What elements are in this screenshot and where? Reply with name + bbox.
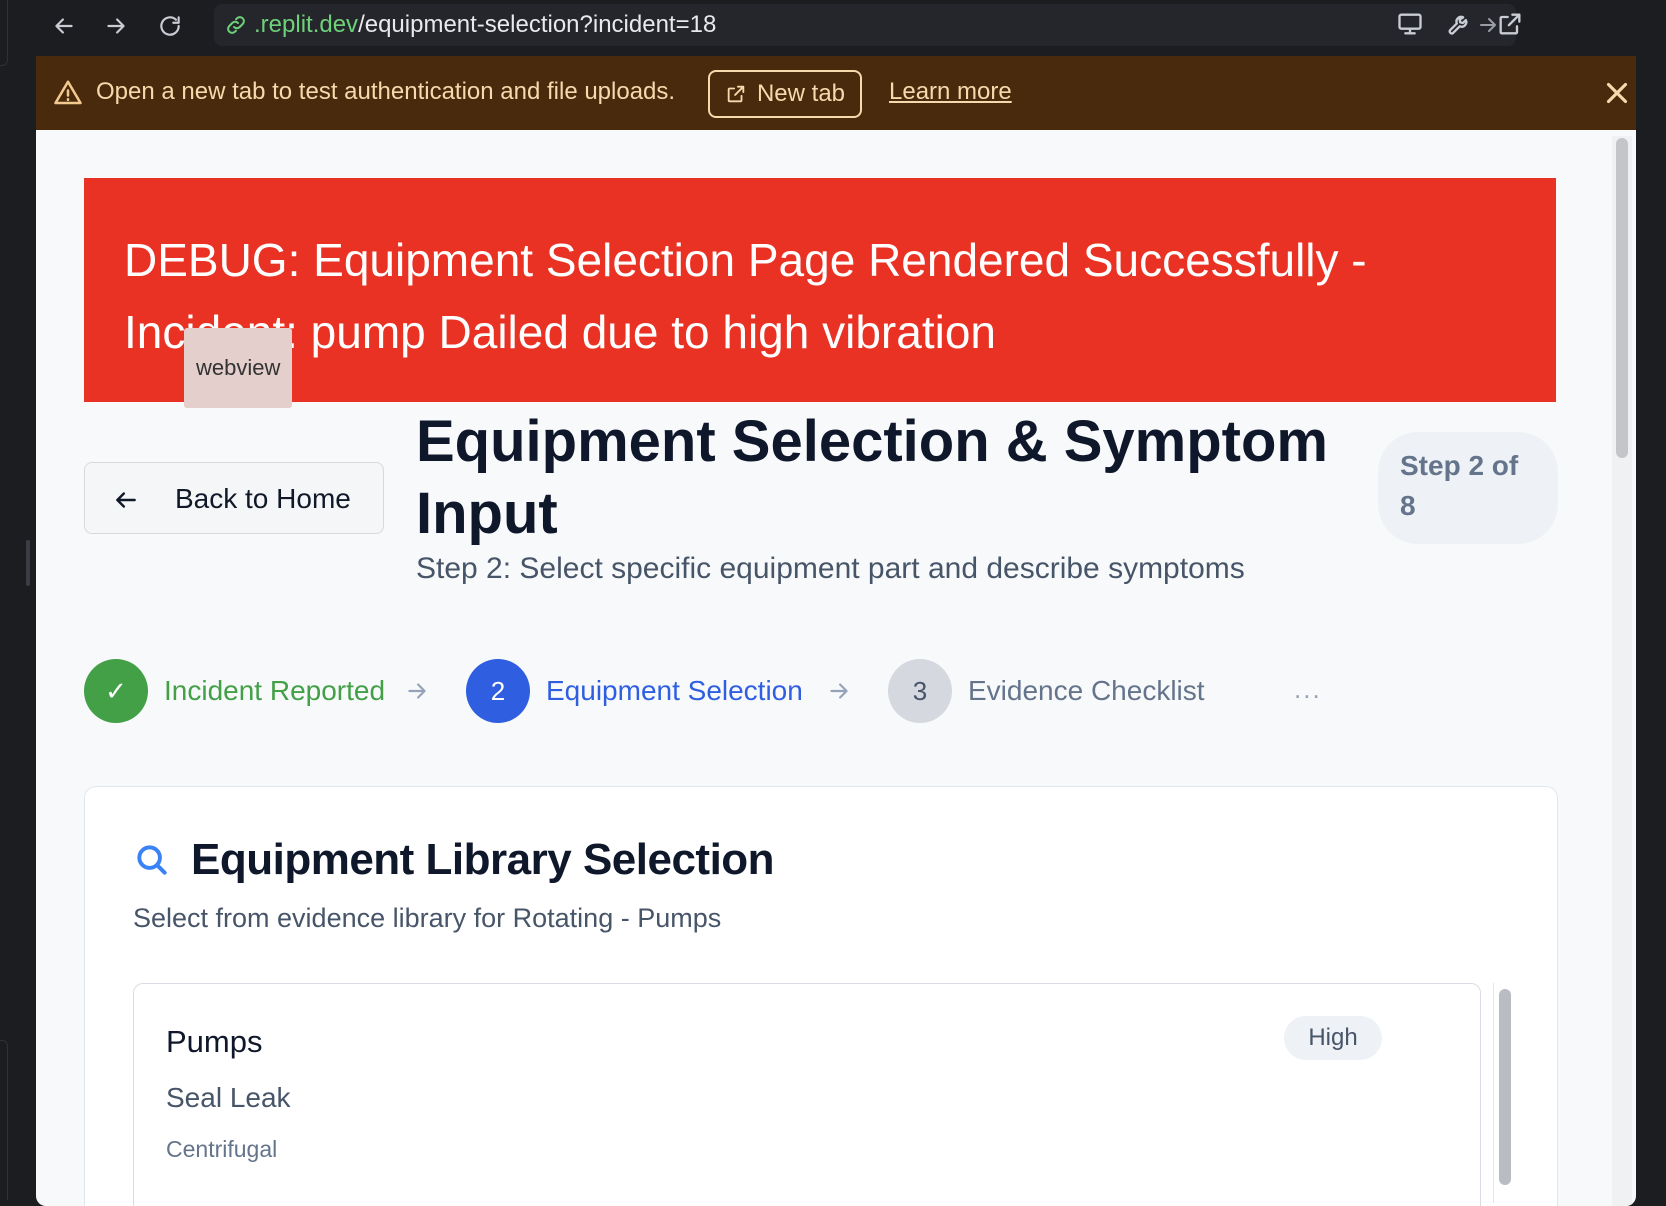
step-label: Equipment Selection: [546, 675, 803, 706]
equipment-list: Pumps Seal Leak Centrifugal High: [133, 983, 1513, 1206]
external-link-icon[interactable]: [1492, 6, 1528, 42]
link-icon: [224, 13, 248, 37]
search-icon: [133, 841, 171, 879]
step-equipment-selection: 2 Equipment Selection: [466, 658, 803, 724]
arrow-left-icon: [116, 492, 136, 508]
url-path: /equipment-selection?incident=18: [358, 11, 717, 38]
arrow-right-icon: [404, 678, 430, 704]
check-icon: ✓: [84, 659, 148, 723]
webview-tag: webview: [184, 328, 293, 408]
resize-handle[interactable]: [26, 540, 30, 586]
page-viewport: DEBUG: Equipment Selection Page Rendered…: [36, 130, 1636, 1206]
step-label: Incident Reported: [164, 675, 386, 706]
window-right-rail: [1636, 0, 1666, 1206]
equipment-name: Pumps: [166, 1024, 263, 1059]
priority-badge: High: [1284, 1016, 1382, 1060]
warning-banner: Open a new tab to test authentication an…: [36, 56, 1636, 130]
card-title: Equipment Library Selection: [191, 835, 775, 884]
step-badge: Step 2 of 8: [1378, 432, 1558, 544]
url-bar[interactable]: .replit.dev/equipment-selection?incident…: [214, 4, 1516, 46]
sidebar-edge-top: [0, 0, 8, 66]
page-scrollbar-thumb[interactable]: [1616, 138, 1628, 458]
more-steps-indicator: ...: [1294, 674, 1322, 704]
window-left-rail: [0, 0, 36, 1206]
new-tab-label: New tab: [756, 80, 846, 107]
page-title: Equipment Selection & Symptom Input: [416, 409, 1328, 546]
card-description: Select from evidence library for Rotatin…: [133, 903, 722, 933]
step-incident-reported: ✓ Incident Reported: [84, 658, 385, 724]
external-link-icon: [727, 85, 745, 103]
browser-toolbar: .replit.dev/equipment-selection?incident…: [36, 0, 1636, 56]
learn-more-link[interactable]: Learn more: [889, 78, 1012, 106]
list-scrollbar[interactable]: [1493, 983, 1513, 1203]
list-item[interactable]: Pumps Seal Leak Centrifugal High: [133, 983, 1481, 1206]
page-scrollbar[interactable]: [1612, 136, 1632, 1206]
wrench-icon[interactable]: [1442, 6, 1478, 42]
arrow-right-icon: [826, 678, 852, 704]
url-domain: .replit.dev: [254, 11, 359, 38]
equipment-library-card: Equipment Library Selection Select from …: [84, 786, 1558, 1206]
sidebar-edge-bottom: [0, 1040, 8, 1200]
component-name: Seal Leak: [166, 1082, 291, 1113]
warning-icon: [52, 78, 84, 108]
banner-message: Open a new tab to test authentication an…: [96, 78, 676, 105]
step-label: Evidence Checklist: [968, 675, 1205, 706]
monitor-icon[interactable]: [1392, 6, 1428, 42]
debug-line-2: Incident: pump Dailed due to high vibrat…: [124, 306, 997, 358]
list-scrollbar-thumb[interactable]: [1499, 989, 1511, 1185]
back-arrow-icon[interactable]: [46, 8, 82, 44]
equipment-type: Centrifugal: [166, 1136, 278, 1162]
step-number: 2: [466, 659, 530, 723]
forward-arrow-icon[interactable]: [98, 8, 134, 44]
page-subtitle: Step 2: Select specific equipment part a…: [416, 552, 1245, 585]
debug-line-1: DEBUG: Equipment Selection Page Rendered…: [124, 234, 1367, 286]
back-to-home-button[interactable]: Back to Home: [84, 462, 384, 534]
close-icon[interactable]: [1600, 76, 1634, 110]
new-tab-button[interactable]: New tab: [708, 70, 862, 118]
back-to-home-label: Back to Home: [175, 483, 351, 514]
reload-icon[interactable]: [152, 8, 188, 44]
step-number: 3: [888, 659, 952, 723]
step-evidence-checklist: 3 Evidence Checklist: [888, 658, 1205, 724]
debug-banner: DEBUG: Equipment Selection Page Rendered…: [84, 178, 1556, 408]
